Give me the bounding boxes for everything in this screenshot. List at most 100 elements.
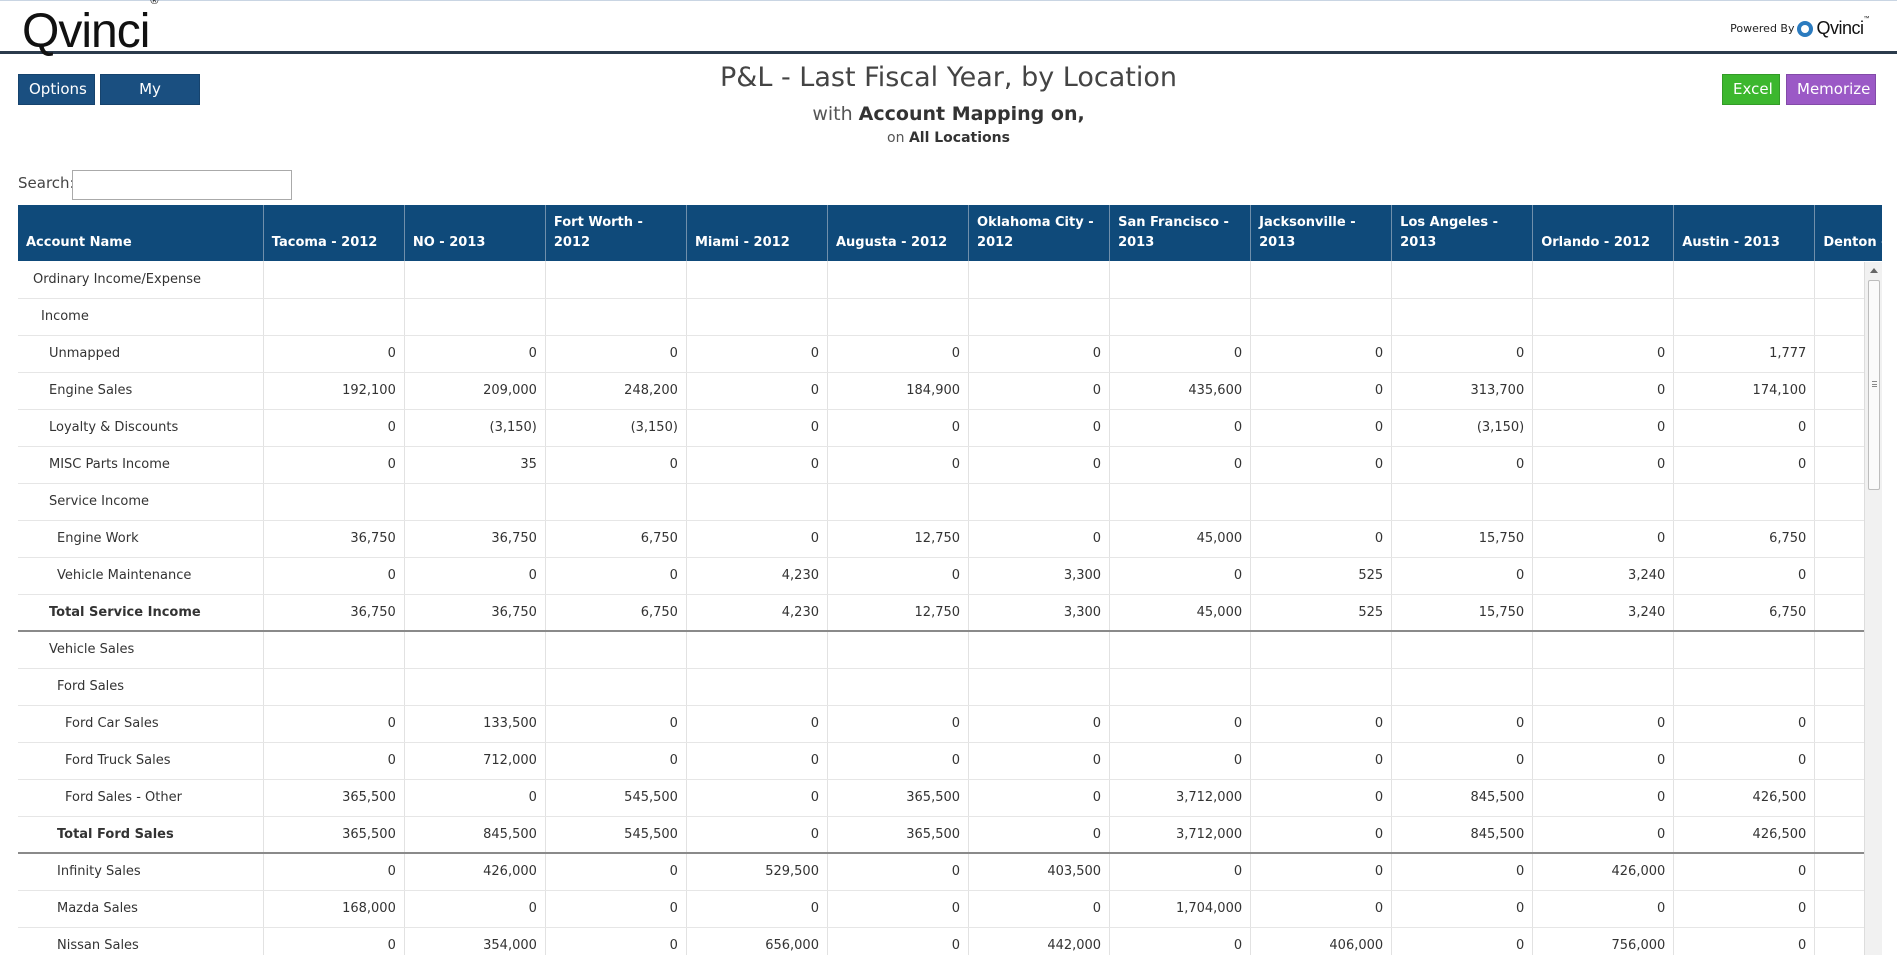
value-cell: 365,500 <box>827 779 970 817</box>
value-cell <box>1391 631 1534 669</box>
value-cell: 0 <box>545 446 687 484</box>
value-cell: 12,750 <box>827 594 970 632</box>
value-cell: 0 <box>263 927 405 955</box>
value-cell: 0 <box>1109 409 1252 447</box>
table-header-row: Account Name Tacoma - 2012 NO - 2013 Fort W… <box>18 205 1882 261</box>
scroll-up-arrow-icon[interactable] <box>1870 268 1878 273</box>
value-cell: 35 <box>404 446 546 484</box>
value-cell: 0 <box>827 705 970 743</box>
column-header-location[interactable]: Tacoma - 2012 <box>263 205 405 261</box>
value-cell: 0 <box>1532 520 1675 558</box>
value-cell: 174,100 <box>1673 372 1816 410</box>
value-cell: 0 <box>545 705 687 743</box>
account-name-cell: Ford Sales - Other <box>18 779 264 817</box>
value-cell: 0 <box>545 335 687 373</box>
column-header-location[interactable]: Denton - 2012 <box>1814 205 1882 261</box>
value-cell <box>686 483 828 521</box>
value-cell <box>1673 261 1816 299</box>
value-cell <box>263 298 405 336</box>
value-cell: 0 <box>1250 779 1393 817</box>
value-cell: 0 <box>1250 816 1393 854</box>
value-cell: 184,900 <box>827 372 970 410</box>
value-cell <box>968 261 1111 299</box>
value-cell: 712,000 <box>404 742 546 780</box>
value-cell: 6,750 <box>545 520 687 558</box>
value-cell: 168,000 <box>263 890 405 928</box>
value-cell: 0 <box>1673 446 1816 484</box>
value-cell: 3,300 <box>968 594 1111 632</box>
value-cell: (3,150) <box>545 409 687 447</box>
column-header-location[interactable]: Oklahoma City - 2012 <box>968 205 1111 261</box>
value-cell: 545,500 <box>545 779 687 817</box>
table-row: Infinity Sales 0 426,000 0 529,500 0 403,500 0 0… <box>18 853 1882 891</box>
value-cell: 1,704,000 <box>1109 890 1252 928</box>
column-header-location[interactable]: Orlando - 2012 <box>1532 205 1675 261</box>
value-cell: 0 <box>1391 446 1534 484</box>
value-cell: 3,712,000 <box>1109 816 1252 854</box>
value-cell: (3,150) <box>404 409 546 447</box>
value-cell: 525 <box>1250 594 1393 632</box>
value-cell <box>827 298 970 336</box>
value-cell: 426,500 <box>1673 816 1816 854</box>
value-cell: 545,500 <box>545 816 687 854</box>
value-cell: 0 <box>1673 409 1816 447</box>
scrollbar-thumb[interactable] <box>1868 280 1880 490</box>
value-cell: 0 <box>263 705 405 743</box>
value-cell: 0 <box>1532 409 1675 447</box>
account-name-cell: Mazda Sales <box>18 890 264 928</box>
report-table-container[interactable]: Account Name Tacoma - 2012 NO - 2013 Fort W… <box>18 205 1882 955</box>
value-cell <box>1673 668 1816 706</box>
value-cell: 0 <box>1109 927 1252 955</box>
powered-brand: Qvinci™ <box>1816 16 1869 39</box>
value-cell: 0 <box>686 779 828 817</box>
account-name-cell: Vehicle Maintenance <box>18 557 264 595</box>
value-cell: 0 <box>1391 853 1534 891</box>
column-header-location[interactable]: Austin - 2013 <box>1673 205 1816 261</box>
column-header-account-name[interactable]: Account Name <box>18 205 264 261</box>
value-cell: 0 <box>1673 890 1816 928</box>
column-header-location[interactable]: Miami - 2012 <box>686 205 828 261</box>
value-cell: 0 <box>686 335 828 373</box>
value-cell: 0 <box>1391 890 1534 928</box>
value-cell: 0 <box>968 446 1111 484</box>
value-cell: 0 <box>263 335 405 373</box>
value-cell: 36,750 <box>263 594 405 632</box>
account-name-cell: Total Service Income <box>18 594 264 632</box>
value-cell <box>968 668 1111 706</box>
column-header-location[interactable]: Fort Worth - 2012 <box>545 205 687 261</box>
value-cell <box>545 298 687 336</box>
column-header-location[interactable]: Augusta - 2012 <box>827 205 970 261</box>
search-input[interactable] <box>72 170 292 200</box>
scroll-grip-icon <box>1872 381 1877 387</box>
qvinci-logo[interactable]: Qvinci® <box>22 0 158 57</box>
value-cell: 3,240 <box>1532 594 1675 632</box>
value-cell: 0 <box>968 705 1111 743</box>
value-cell: 0 <box>1109 446 1252 484</box>
account-name-cell: Ordinary Income/Expense <box>18 261 264 299</box>
value-cell <box>827 261 970 299</box>
column-header-location[interactable]: NO - 2013 <box>404 205 546 261</box>
value-cell: 529,500 <box>686 853 828 891</box>
table-row: Loyalty & Discounts 0 (3,150) (3,150) 0 0 0 0 0(… <box>18 409 1882 447</box>
value-cell: 0 <box>1250 890 1393 928</box>
value-cell: 209,000 <box>404 372 546 410</box>
value-cell: 248,200 <box>545 372 687 410</box>
value-cell: 406,000 <box>1250 927 1393 955</box>
account-name-cell: Infinity Sales <box>18 853 264 891</box>
account-name-cell: Total Ford Sales <box>18 816 264 854</box>
table-row: Service Income <box>18 483 1882 521</box>
table-row: Ford Sales - Other 365,500 0 545,500 0 365,50… <box>18 779 1882 817</box>
value-cell: 0 <box>827 853 970 891</box>
column-header-location[interactable]: Los Angeles - 2013 <box>1391 205 1534 261</box>
table-vertical-scrollbar[interactable] <box>1864 262 1882 955</box>
value-cell <box>1391 483 1534 521</box>
account-name-cell: Ford Sales <box>18 668 264 706</box>
column-header-location[interactable]: Jacksonville - 2013 <box>1250 205 1393 261</box>
logo-registered-mark: ® <box>150 0 158 7</box>
value-cell <box>1109 298 1252 336</box>
account-name-cell: Engine Work <box>18 520 264 558</box>
value-cell <box>1391 668 1534 706</box>
column-header-location[interactable]: San Francisco - 2013 <box>1109 205 1252 261</box>
value-cell: 0 <box>404 779 546 817</box>
value-cell <box>1673 631 1816 669</box>
